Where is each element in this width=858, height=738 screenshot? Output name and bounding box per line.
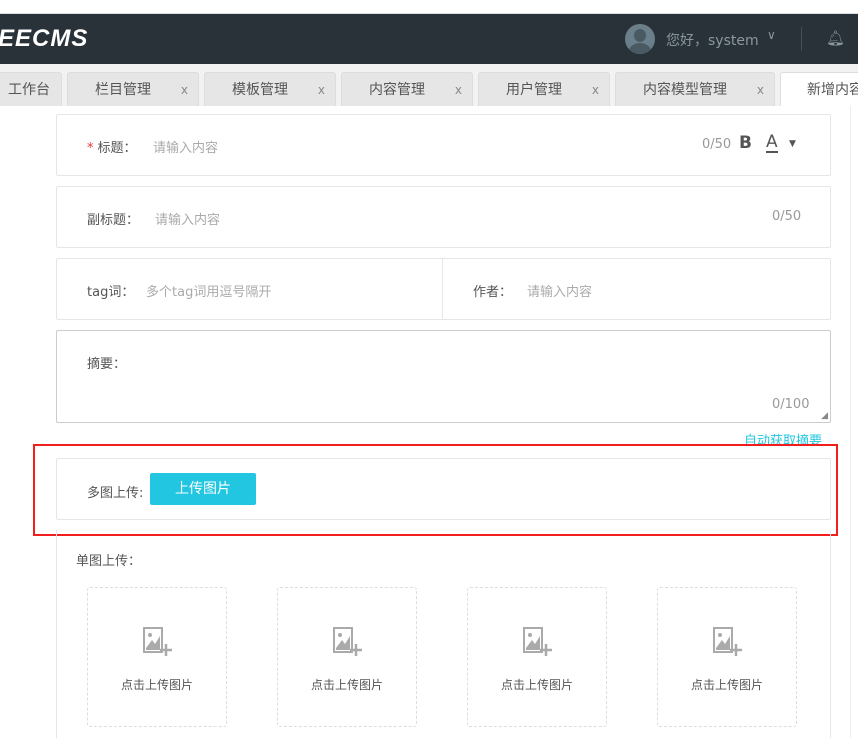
close-icon[interactable]: x (757, 73, 764, 107)
subtitle-row: 副标题： 请输入内容 0/50 (56, 186, 831, 248)
tag-input[interactable]: 多个tag词用逗号隔开 (146, 281, 271, 300)
avatar[interactable] (625, 24, 655, 54)
image-upload-card[interactable]: 点击上传图片 (277, 587, 417, 727)
tag-label: tag词： (87, 285, 135, 300)
author-input[interactable]: 请输入内容 (527, 281, 592, 300)
top-header: EECMS 您好，system ∨ 🔔︎ (0, 14, 858, 64)
upload-card-text: 点击上传图片 (310, 678, 383, 692)
image-add-icon (713, 627, 742, 656)
subtitle-input[interactable]: 请输入内容 (155, 209, 220, 228)
single-upload-label: 单图上传： (76, 554, 142, 569)
subtitle-label: 副标题： (87, 213, 140, 228)
summary-count: 0/100 (772, 397, 810, 412)
image-upload-card[interactable]: 点击上传图片 (87, 587, 227, 727)
title-row: * 标题： 请输入内容 0/50 B A ▼ (56, 114, 831, 176)
bell-icon[interactable]: 🔔︎ (826, 29, 845, 47)
author-label: 作者： (473, 285, 513, 300)
divider (801, 27, 802, 51)
tab-content-model-management[interactable]: 内容模型管理 x (615, 72, 775, 106)
tab-column-management[interactable]: 栏目管理 x (67, 72, 199, 106)
summary-label: 摘要： (87, 357, 127, 372)
image-upload-card[interactable]: 点击上传图片 (467, 587, 607, 727)
resize-handle[interactable]: ◢ (821, 411, 828, 421)
tab-label: 用户管理 (506, 82, 562, 98)
tab-label: 内容模型管理 (643, 82, 727, 98)
right-panel-edge (850, 106, 858, 738)
close-icon[interactable]: x (181, 73, 188, 107)
image-add-icon (523, 627, 552, 656)
tab-label: 内容管理 (369, 82, 425, 98)
tab-label: 新增内容 (807, 82, 858, 98)
tab-add-content[interactable]: 新增内容 (780, 72, 858, 106)
title-input[interactable]: 请输入内容 (153, 137, 218, 156)
logo: EECMS (0, 25, 89, 52)
title-label: * 标题： (87, 137, 137, 156)
required-mark: * (87, 141, 94, 156)
chevron-down-icon[interactable]: ∨ (767, 28, 776, 42)
title-count: 0/50 (702, 137, 732, 152)
subtitle-count: 0/50 (772, 209, 802, 224)
tab-label: 栏目管理 (95, 82, 151, 98)
tab-user-management[interactable]: 用户管理 x (478, 72, 610, 106)
user-greeting[interactable]: 您好，system (666, 30, 759, 50)
highlight-box (33, 444, 838, 536)
tab-content-management[interactable]: 内容管理 x (341, 72, 473, 106)
close-icon[interactable]: x (318, 73, 325, 107)
title-label-text: 标题： (97, 141, 137, 156)
close-icon[interactable]: x (455, 73, 462, 107)
tab-workbench[interactable]: 工作台 (0, 72, 62, 106)
image-upload-card[interactable]: 点击上传图片 (657, 587, 797, 727)
tab-template-management[interactable]: 模板管理 x (204, 72, 336, 106)
close-icon[interactable]: x (592, 73, 599, 107)
tab-label: 工作台 (8, 82, 50, 98)
divider (442, 259, 443, 319)
tab-bar: 工作台 栏目管理 x 模板管理 x 内容管理 x 用户管理 x 内容模型管理 x 新增内容 (0, 64, 858, 106)
upload-card-text: 点击上传图片 (120, 678, 193, 692)
image-add-icon (143, 627, 172, 656)
tab-label: 模板管理 (232, 82, 288, 98)
upload-card-text: 点击上传图片 (500, 678, 573, 692)
bold-button[interactable]: B (739, 133, 752, 153)
browser-bookmarks-bar (0, 0, 858, 14)
image-add-icon (333, 627, 362, 656)
tag-author-row: tag词： 多个tag词用逗号隔开 作者： 请输入内容 (56, 258, 831, 320)
caret-down-icon[interactable]: ▼ (789, 139, 796, 149)
upload-card-text: 点击上传图片 (690, 678, 763, 692)
font-color-button[interactable]: A (766, 133, 778, 153)
summary-textarea[interactable]: 摘要： 0/100 ◢ (56, 330, 831, 423)
